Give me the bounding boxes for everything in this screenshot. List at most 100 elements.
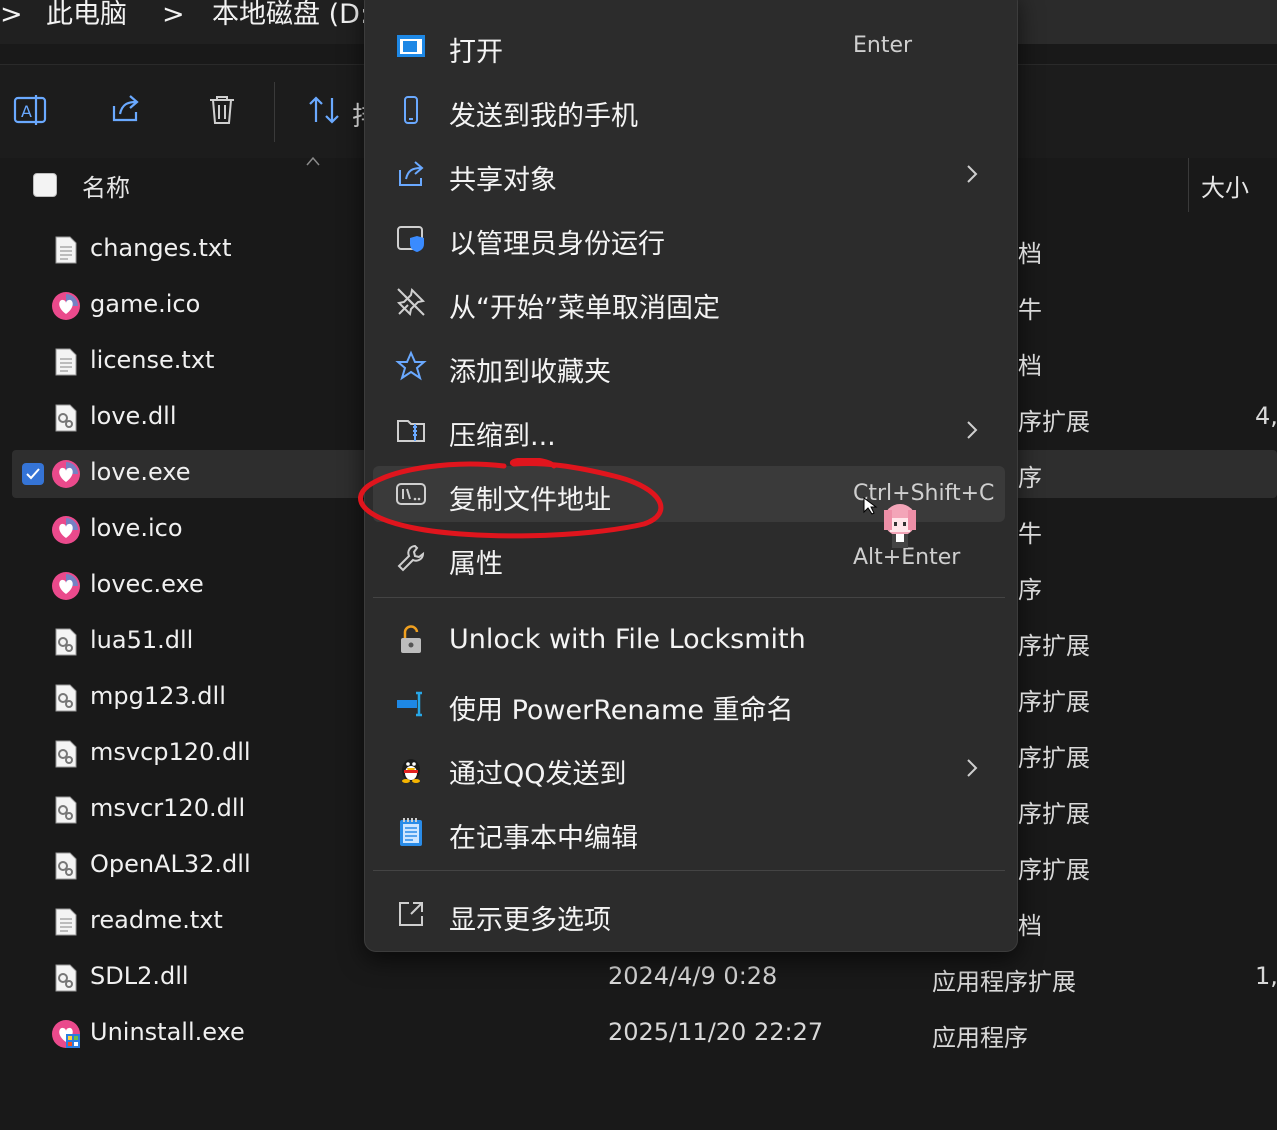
menu-separator xyxy=(373,597,1005,598)
menu-item[interactable]: 在记事本中编辑 xyxy=(373,804,1005,860)
unpin-icon xyxy=(395,286,427,318)
breadcrumb-chevron[interactable]: > xyxy=(0,0,23,30)
menu-item[interactable]: 添加到收藏夹 xyxy=(373,338,1005,394)
zip-folder-icon xyxy=(395,414,427,446)
share-icon[interactable] xyxy=(108,92,144,128)
dll-file-icon xyxy=(50,962,82,994)
file-row[interactable]: Uninstall.exe 2025/11/20 22:27 应用程序 xyxy=(12,1010,1277,1058)
file-name[interactable]: lua51.dll xyxy=(90,626,193,654)
file-type-partial: 档 xyxy=(1018,912,1042,940)
menu-item-label: 通过QQ发送到 xyxy=(449,759,627,790)
file-name[interactable]: love.exe xyxy=(90,458,191,486)
chevron-right-icon xyxy=(965,758,979,778)
file-type: 应用程序 xyxy=(932,1024,1028,1052)
toolbar-divider xyxy=(274,82,275,142)
file-name[interactable]: mpg123.dll xyxy=(90,682,226,710)
menu-item-label: 压缩到... xyxy=(449,421,556,452)
delete-icon[interactable] xyxy=(204,92,240,128)
chevron-right-icon xyxy=(965,420,979,440)
file-type-partial: 序扩展 xyxy=(1018,632,1090,660)
file-name[interactable]: lovec.exe xyxy=(90,570,204,598)
file-name[interactable]: SDL2.dll xyxy=(90,962,189,990)
menu-item-label: 在记事本中编辑 xyxy=(449,823,638,854)
file-name[interactable]: msvcr120.dll xyxy=(90,794,245,822)
text-file-icon xyxy=(50,234,82,266)
notepad-icon xyxy=(395,816,427,848)
star-icon xyxy=(395,350,427,382)
file-name[interactable]: readme.txt xyxy=(90,906,223,934)
menu-item-shortcut: Enter xyxy=(853,33,913,58)
menu-item-label: 添加到收藏夹 xyxy=(449,357,611,388)
dll-file-icon xyxy=(50,402,82,434)
menu-item-label: 打开 xyxy=(449,37,503,68)
file-date: 2024/4/9 0:28 xyxy=(608,962,778,990)
menu-item-label: 显示更多选项 xyxy=(449,905,611,936)
open-window-icon xyxy=(395,30,427,62)
sort-caret-icon xyxy=(306,156,320,166)
file-name[interactable]: msvcp120.dll xyxy=(90,738,251,766)
love-heart-icon xyxy=(50,570,82,602)
file-type-partial: 档 xyxy=(1018,352,1042,380)
menu-separator xyxy=(373,870,1005,871)
dll-file-icon xyxy=(50,738,82,770)
rename-icon[interactable]: A xyxy=(12,92,48,128)
menu-item[interactable]: 打开 Enter xyxy=(373,18,1005,74)
menu-item-label: 以管理员身份运行 xyxy=(449,229,665,260)
love-heart-icon xyxy=(50,514,82,546)
dll-file-icon xyxy=(50,682,82,714)
menu-item[interactable]: 从“开始”菜单取消固定 xyxy=(373,274,1005,330)
file-type-partial: 序扩展 xyxy=(1018,408,1090,436)
menu-item[interactable]: 使用 PowerRename 重命名 xyxy=(373,676,1005,732)
file-type-partial: 序 xyxy=(1018,464,1042,492)
menu-item[interactable]: 以管理员身份运行 xyxy=(373,210,1005,266)
menu-item[interactable]: Unlock with File Locksmith xyxy=(373,612,1005,668)
menu-item[interactable]: 显示更多选项 xyxy=(373,886,1005,942)
svg-text:A: A xyxy=(21,102,32,121)
file-size: 1, xyxy=(1255,962,1277,990)
menu-item-label: Unlock with File Locksmith xyxy=(449,624,806,655)
menu-item[interactable]: 共享对象 xyxy=(373,146,1005,202)
file-row[interactable]: SDL2.dll 2024/4/9 0:28 应用程序扩展 1, xyxy=(12,954,1277,1002)
dll-file-icon xyxy=(50,794,82,826)
file-name[interactable]: Uninstall.exe xyxy=(90,1018,245,1046)
file-name[interactable]: changes.txt xyxy=(90,234,231,262)
menu-item[interactable]: 发送到我的手机 xyxy=(373,82,1005,138)
lock-icon xyxy=(395,624,427,656)
file-name[interactable]: love.dll xyxy=(90,402,177,430)
share-icon xyxy=(395,158,427,190)
qq-penguin-icon xyxy=(395,752,427,784)
file-name[interactable]: license.txt xyxy=(90,346,214,374)
row-checkbox[interactable] xyxy=(22,463,44,485)
checkmark-icon xyxy=(26,468,40,480)
breadcrumb-this-pc[interactable]: 此电脑 xyxy=(46,0,127,30)
menu-item[interactable]: 压缩到... xyxy=(373,402,1005,458)
file-type-partial: 档 xyxy=(1018,240,1042,268)
dll-file-icon xyxy=(50,626,82,658)
file-date: 2025/11/20 22:27 xyxy=(608,1018,824,1046)
power-rename-icon xyxy=(395,688,427,720)
breadcrumb-separator[interactable]: > xyxy=(162,0,185,30)
column-name[interactable]: 名称 xyxy=(82,168,130,203)
menu-item-label: 发送到我的手机 xyxy=(449,101,638,132)
uninstall-icon xyxy=(50,1018,82,1050)
file-name[interactable]: love.ico xyxy=(90,514,183,542)
sort-icon[interactable] xyxy=(306,92,342,128)
menu-item[interactable]: 通过QQ发送到 xyxy=(373,740,1005,796)
file-name[interactable]: game.ico xyxy=(90,290,200,318)
search-box[interactable] xyxy=(1018,0,1277,44)
dll-file-icon xyxy=(50,850,82,882)
file-type-partial: 牛 xyxy=(1018,296,1042,324)
breadcrumb-drive[interactable]: 本地磁盘 (D: xyxy=(212,0,369,30)
file-type-partial: 序扩展 xyxy=(1018,744,1090,772)
column-size[interactable]: 大小 xyxy=(1201,168,1249,203)
column-divider[interactable] xyxy=(1188,158,1189,212)
red-highlight-annotation xyxy=(358,458,664,539)
admin-shield-icon xyxy=(395,222,427,254)
file-name[interactable]: OpenAL32.dll xyxy=(90,850,251,878)
text-file-icon xyxy=(50,346,82,378)
menu-item-label: 共享对象 xyxy=(449,165,557,196)
wrench-icon xyxy=(395,542,427,574)
file-type-partial: 序扩展 xyxy=(1018,800,1090,828)
more-options-icon xyxy=(395,898,427,930)
select-all-checkbox[interactable] xyxy=(33,173,57,197)
